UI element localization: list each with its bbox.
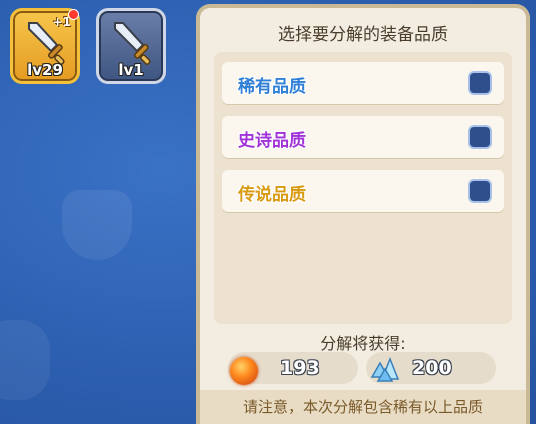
quality-checkbox-epic[interactable] xyxy=(468,125,492,149)
dismantle-panel: 选择要分解的装备品质 稀有品质 史诗品质 传说品质 分解将获得: 193 200… xyxy=(196,4,530,424)
gain-label: 分解将获得: xyxy=(320,334,406,353)
quality-label-legendary: 传说品质 xyxy=(238,185,306,205)
notification-dot xyxy=(68,9,79,20)
background-emblem xyxy=(0,320,50,400)
quality-row-rare[interactable]: 稀有品质 xyxy=(222,62,504,104)
equipment-slot-1[interactable]: +1 lv29 xyxy=(10,8,80,84)
reward-value: 193 xyxy=(280,357,320,379)
panel-title: 选择要分解的装备品质 xyxy=(278,25,448,45)
quality-checkbox-legendary[interactable] xyxy=(468,179,492,203)
notice-text: 请注意，本次分解包含稀有以上品质 xyxy=(200,390,526,424)
quality-list: 稀有品质 史诗品质 传说品质 xyxy=(214,52,512,324)
sword-icon xyxy=(114,22,151,65)
reward-value: 200 xyxy=(412,357,452,379)
quality-checkbox-rare[interactable] xyxy=(468,71,492,95)
equipment-slot-2[interactable]: lv1 xyxy=(96,8,166,84)
quality-label-epic: 史诗品质 xyxy=(238,131,306,151)
slot-level: lv1 xyxy=(118,61,144,79)
quality-row-epic[interactable]: 史诗品质 xyxy=(222,116,504,158)
background-emblem xyxy=(62,190,132,260)
quality-row-legendary[interactable]: 传说品质 xyxy=(222,170,504,212)
quality-label-rare: 稀有品质 xyxy=(238,77,306,97)
slot-level: lv29 xyxy=(27,61,63,79)
fire-orb-icon xyxy=(230,357,258,385)
crystal-icon xyxy=(370,356,400,382)
